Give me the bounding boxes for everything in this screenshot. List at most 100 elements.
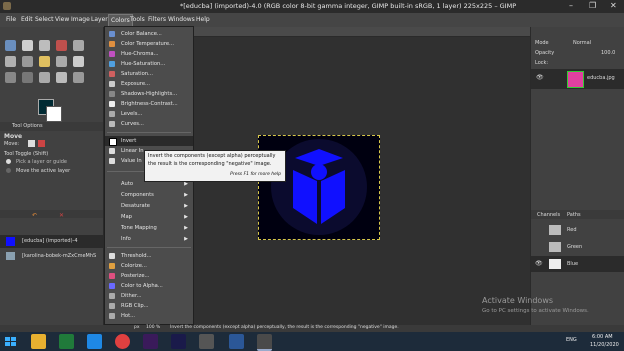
- channel-thumbnail: [549, 225, 561, 235]
- menu-item-tone-mapping[interactable]: Tone Mapping ▶: [105, 223, 193, 233]
- windows-logo-icon: [5, 337, 16, 346]
- menu-item-components[interactable]: Components ▶: [105, 190, 193, 200]
- activate-windows-subtitle: Go to PC settings to activate Windows.: [482, 308, 589, 314]
- menu-item-shadows-highlights[interactable]: Shadows-Highlights...: [105, 89, 193, 99]
- menu-item-color-balance[interactable]: Color Balance...: [105, 29, 193, 39]
- activate-windows-title: Activate Windows: [482, 296, 554, 305]
- tab-channels[interactable]: Channels: [537, 212, 560, 218]
- chrome-icon[interactable]: [115, 334, 130, 349]
- premiere-icon[interactable]: [171, 334, 186, 349]
- tool-options-tab[interactable]: Tool Options: [0, 122, 103, 131]
- submenu-arrow-icon: ▶: [184, 214, 188, 220]
- after-effects-icon[interactable]: [143, 334, 158, 349]
- menu-item-hue-chroma[interactable]: Hue-Chroma...: [105, 49, 193, 59]
- menu-view[interactable]: View: [55, 16, 69, 23]
- move-active-radio[interactable]: [6, 168, 11, 173]
- lock-label: Lock:: [535, 60, 549, 66]
- menu-layer[interactable]: Layer: [91, 16, 108, 23]
- close-button[interactable]: ✕: [610, 1, 617, 10]
- menu-item-exposure[interactable]: Exposure...: [105, 79, 193, 89]
- menu-windows[interactable]: Windows: [168, 16, 195, 23]
- clone-icon[interactable]: [5, 72, 16, 83]
- menu-item-info[interactable]: Info ▶: [105, 234, 193, 244]
- menu-item-invert[interactable]: Invert: [105, 136, 193, 146]
- start-button[interactable]: [3, 334, 18, 349]
- menu-item-colorize[interactable]: Colorize...: [105, 261, 193, 271]
- opacity-value[interactable]: 100.0: [601, 50, 615, 56]
- background-color-swatch[interactable]: [46, 106, 62, 122]
- zoom-icon[interactable]: [73, 72, 84, 83]
- menu-select[interactable]: Select: [35, 16, 54, 23]
- transform-icon[interactable]: [5, 56, 16, 67]
- menu-item-hot[interactable]: Hot...: [105, 311, 193, 321]
- paintbrush-icon[interactable]: [56, 56, 67, 67]
- channel-blue[interactable]: 👁 Blue: [531, 256, 624, 272]
- menu-item-brightness-contrast[interactable]: Brightness-Contrast...: [105, 99, 193, 109]
- move-selection-mode-icon[interactable]: [38, 140, 45, 147]
- menu-help[interactable]: Help: [196, 16, 210, 23]
- menu-file[interactable]: File: [6, 16, 16, 23]
- menu-item-posterize[interactable]: Posterize...: [105, 271, 193, 281]
- smudge-icon[interactable]: [22, 72, 33, 83]
- word-icon[interactable]: [229, 334, 244, 349]
- color-balance-icon: [109, 31, 115, 37]
- tab-paths[interactable]: Paths: [567, 212, 581, 218]
- tooltip-help-hint: Press F1 for more help: [230, 172, 281, 177]
- maximize-button[interactable]: ❐: [589, 1, 596, 10]
- opacity-label: Opacity: [535, 50, 555, 56]
- paint-bucket-icon[interactable]: [39, 56, 50, 67]
- menu-item-threshold[interactable]: Threshold...: [105, 251, 193, 261]
- menu-item-rgb-clip[interactable]: RGB Clip...: [105, 301, 193, 311]
- undo-icon[interactable]: ↶: [32, 212, 37, 219]
- warp-icon[interactable]: [22, 56, 33, 67]
- menu-edit[interactable]: Edit: [21, 16, 33, 23]
- menu-tools[interactable]: Tools: [130, 16, 145, 23]
- layer-row[interactable]: 👁 educba.jpg: [531, 69, 624, 89]
- menu-item-color-to-alpha[interactable]: Color to Alpha...: [105, 281, 193, 291]
- app-icon[interactable]: [199, 334, 214, 349]
- lasso-icon[interactable]: [39, 40, 50, 51]
- mode-dropdown[interactable]: Normal: [573, 40, 591, 46]
- minimize-button[interactable]: –: [569, 1, 573, 10]
- unit-selector[interactable]: px: [134, 325, 140, 330]
- layer-name: educba.jpg: [587, 75, 615, 81]
- channel-red[interactable]: Red: [531, 222, 624, 238]
- gimp-taskbar-icon[interactable]: [257, 334, 272, 351]
- ellipse-select-icon[interactable]: [22, 40, 33, 51]
- menu-item-levels[interactable]: Levels...: [105, 109, 193, 119]
- menu-item-saturation[interactable]: Saturation...: [105, 69, 193, 79]
- image-list-item[interactable]: [karolina-bobek-mZxCmeMhS: [0, 250, 103, 262]
- text-tool-icon[interactable]: [56, 72, 67, 83]
- menu-item-dither[interactable]: Dither...: [105, 291, 193, 301]
- menu-item-desaturate[interactable]: Desaturate ▶: [105, 201, 193, 211]
- saturation-icon: [109, 71, 115, 77]
- menu-filters[interactable]: Filters: [148, 16, 166, 23]
- fuzzy-select-icon[interactable]: [56, 40, 67, 51]
- channel-green[interactable]: Green: [531, 239, 624, 255]
- store-icon[interactable]: [59, 334, 74, 349]
- file-explorer-icon[interactable]: [31, 334, 46, 349]
- menu-item-color-temperature[interactable]: Color Temperature...: [105, 39, 193, 49]
- clock-time: 6:00 AM: [592, 334, 613, 340]
- pick-layer-radio[interactable]: [6, 159, 11, 164]
- status-bar: px 100 % Invert the components (except a…: [0, 325, 624, 332]
- image-list-item[interactable]: [educba] (imported)-4: [0, 235, 103, 248]
- toolbox-panel: Tool Options Move Move: Tool Toggle (Shi…: [0, 27, 104, 325]
- eye-icon[interactable]: 👁: [535, 260, 543, 267]
- eye-icon[interactable]: 👁: [536, 74, 544, 81]
- menu-item-hue-saturation[interactable]: Hue-Saturation...: [105, 59, 193, 69]
- zoom-selector[interactable]: 100 %: [146, 325, 160, 330]
- language-indicator[interactable]: ENG: [566, 337, 577, 343]
- menu-item-curves[interactable]: Curves...: [105, 119, 193, 129]
- colorize-icon: [109, 263, 115, 269]
- menu-image[interactable]: Image: [71, 16, 90, 23]
- outlook-icon[interactable]: [87, 334, 102, 349]
- move-tool-icon[interactable]: [5, 40, 16, 51]
- menu-item-map[interactable]: Map ▶: [105, 212, 193, 222]
- path-icon[interactable]: [39, 72, 50, 83]
- crop-icon[interactable]: [73, 40, 84, 51]
- eraser-icon[interactable]: [73, 56, 84, 67]
- hue-chroma-icon: [109, 51, 115, 57]
- move-layer-mode-icon[interactable]: [28, 140, 35, 147]
- delete-icon[interactable]: ✕: [59, 212, 64, 219]
